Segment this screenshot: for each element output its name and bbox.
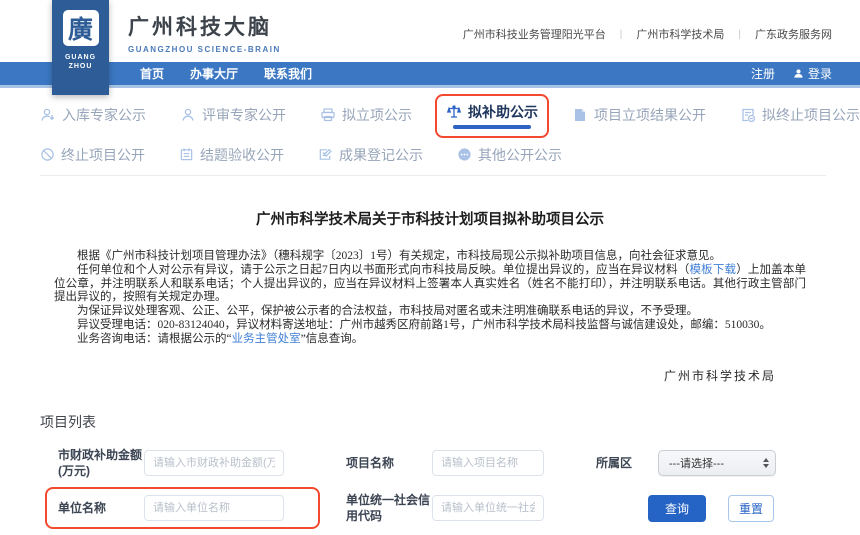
link-sunshine-platform[interactable]: 广州市科技业务管理阳光平台 [463, 26, 606, 42]
tab-acceptance[interactable]: 结题验收公开 [179, 145, 284, 165]
link-science-bureau[interactable]: 广州市科学技术局 [636, 26, 724, 42]
responsible-office-link[interactable]: 业务主管处室 [232, 333, 301, 345]
nav-home[interactable]: 首页 [140, 65, 164, 82]
top-header: 廣 GUANG ZHOU 广州科技大脑 GUANGZHOU SCIENCE-BR… [0, 0, 860, 62]
paragraph-text: 业务咨询电话：请根据公示的“ [77, 333, 232, 345]
tab-achievement-registration[interactable]: 成果登记公示 [318, 145, 423, 165]
tab-label: 拟终止项目公示 [762, 105, 860, 125]
notice-paragraph-5: 业务咨询电话：请根据公示的“业务主管处室”信息查询。 [54, 333, 806, 347]
tab-label: 拟补助公示 [468, 102, 538, 122]
tab-approval-results[interactable]: 项目立项结果公开 [572, 105, 706, 125]
printer-icon [320, 107, 336, 123]
page: 廣 GUANG ZHOU 广州科技大脑 GUANGZHOU SCIENCE-BR… [0, 0, 860, 535]
site-title: 广州科技大脑 [128, 11, 281, 41]
doc-edit-icon [318, 147, 333, 162]
acceptance-icon [179, 147, 194, 162]
tab-expert-import[interactable]: 入库专家公示 [40, 105, 146, 125]
field-label: 项目名称 [346, 455, 432, 471]
ellipsis-circle-icon [457, 147, 472, 162]
field-subsidy-amount: 市财政补助金额(万元) [58, 447, 306, 479]
expert-import-icon [40, 107, 56, 123]
field-project-name: 项目名称 [346, 450, 560, 476]
query-button[interactable]: 查询 [648, 495, 706, 522]
credit-code-input[interactable] [432, 495, 544, 521]
brand-block: 广州科技大脑 GUANGZHOU SCIENCE-BRAIN [128, 11, 281, 54]
doc-terminate-icon [740, 107, 756, 123]
nav-contact[interactable]: 联系我们 [264, 65, 312, 82]
notice-paragraph-3: 为保证异议处理客观、公正、公平，保护被公示者的合法权益，市科技局对匿名或未注明准… [54, 305, 806, 319]
tab-label: 结题验收公开 [200, 145, 284, 165]
tab-terminated-projects[interactable]: 终止项目公开 [40, 145, 145, 165]
notice-paragraph-2: 任何单位和个人对公示有异议，请于公示之日起7日内以书面形式向市科技局反映。单位提… [54, 264, 806, 305]
field-label: 单位名称 [58, 500, 144, 516]
divider: | [738, 29, 741, 40]
external-links: 广州市科技业务管理阳光平台 | 广州市科学技术局 | 广东政务服务网 [463, 26, 832, 42]
selected-value: ---请选择--- [669, 455, 724, 471]
project-list-section: 项目列表 市财政补助金额(万元) 项目名称 所属区 ---请选择--- [34, 412, 826, 535]
active-tab-underline [453, 125, 531, 129]
notice-article: 广州市科学技术局关于市科技计划项目拟补助项目公示 根据《广州市科技计划项目管理办… [54, 208, 806, 384]
form-row-1: 市财政补助金额(万元) 项目名称 所属区 ---请选择--- [58, 447, 826, 479]
tab-row-2: 终止项目公开 结题验收公开 成果登记公示 [40, 137, 826, 172]
nav-account-area: 注册 登录 [751, 65, 832, 82]
tab-expert-review[interactable]: 评审专家公开 [180, 105, 286, 125]
form-row-2: 单位名称 单位统一社会信用代码 查询 重置 [58, 492, 826, 524]
login-label: 登录 [808, 65, 832, 82]
public-notice-tabs: 入库专家公示 评审专家公开 拟立项公示 [34, 93, 826, 176]
doc-result-icon [572, 107, 588, 123]
site-logo: 廣 GUANG ZHOU [52, 0, 109, 95]
field-label: 市财政补助金额(万元) [58, 447, 144, 479]
district-select[interactable]: ---请选择--- [658, 450, 776, 476]
logo-seal-icon: 廣 [63, 10, 99, 46]
tab-label: 拟立项公示 [342, 105, 412, 125]
field-label: 所属区 [596, 455, 658, 471]
subsidy-amount-input[interactable] [144, 450, 284, 476]
select-stepper-icon [763, 458, 769, 468]
template-download-link[interactable]: 模板下载 [690, 264, 737, 276]
tab-label: 终止项目公开 [61, 145, 145, 165]
field-label: 单位统一社会信用代码 [346, 492, 432, 524]
nav-service-hall[interactable]: 办事大厅 [190, 65, 238, 82]
notice-paragraph-1: 根据《广州市科技计划项目管理办法》（穗科规字〔2023〕1号）有关规定，市科技局… [54, 250, 806, 264]
tab-label: 评审专家公开 [202, 105, 286, 125]
divider: | [620, 29, 623, 40]
user-icon [793, 68, 804, 79]
tab-label: 成果登记公示 [339, 145, 423, 165]
divider [40, 175, 826, 176]
unit-name-input[interactable] [144, 495, 284, 521]
site-subtitle: GUANGZHOU SCIENCE-BRAIN [128, 45, 281, 54]
tab-label: 项目立项结果公开 [594, 105, 706, 125]
project-name-input[interactable] [432, 450, 544, 476]
register-link[interactable]: 注册 [751, 65, 775, 82]
scales-icon [446, 104, 462, 120]
main-navbar: 首页 办事大厅 联系我们 注册 登录 [0, 62, 860, 88]
form-buttons: 查询 重置 [648, 495, 774, 522]
login-link[interactable]: 登录 [793, 65, 832, 82]
field-unit-name: 单位名称 [58, 495, 306, 521]
field-credit-code: 单位统一社会信用代码 [346, 492, 560, 524]
tab-other-notices[interactable]: 其他公开公示 [457, 145, 562, 165]
search-form: 市财政补助金额(万元) 项目名称 所属区 ---请选择--- [34, 447, 826, 525]
paragraph-text: 任何单位和个人对公示有异议，请于公示之日起7日内以书面形式向市科技局反映。单位提… [77, 264, 690, 276]
tab-proposed-subsidy[interactable]: 拟补助公示 [446, 102, 538, 129]
tab-label: 其他公开公示 [478, 145, 562, 165]
tab-row-1: 入库专家公示 评审专家公开 拟立项公示 [40, 93, 826, 137]
section-title: 项目列表 [34, 412, 826, 432]
logo-subtext: GUANG ZHOU [63, 53, 99, 72]
tab-label: 入库专家公示 [62, 105, 146, 125]
prohibit-icon [40, 147, 55, 162]
expert-review-icon [180, 107, 196, 123]
reset-button[interactable]: 重置 [728, 495, 774, 522]
issuer-signature: 广州市科学技术局 [54, 367, 776, 384]
tab-proposed-project[interactable]: 拟立项公示 [320, 105, 412, 125]
notice-title: 广州市科学技术局关于市科技计划项目拟补助项目公示 [54, 208, 806, 229]
field-district: 所属区 ---请选择--- [596, 450, 776, 476]
tab-proposed-termination[interactable]: 拟终止项目公示 [740, 105, 860, 125]
notice-paragraph-4: 异议受理电话：020-83124040，异议材料寄送地址：广州市越秀区府前路1号… [54, 319, 806, 333]
link-gd-gov-service[interactable]: 广东政务服务网 [755, 26, 832, 42]
paragraph-text: ”信息查询。 [301, 333, 364, 345]
nav-menu: 首页 办事大厅 联系我们 [140, 65, 312, 82]
